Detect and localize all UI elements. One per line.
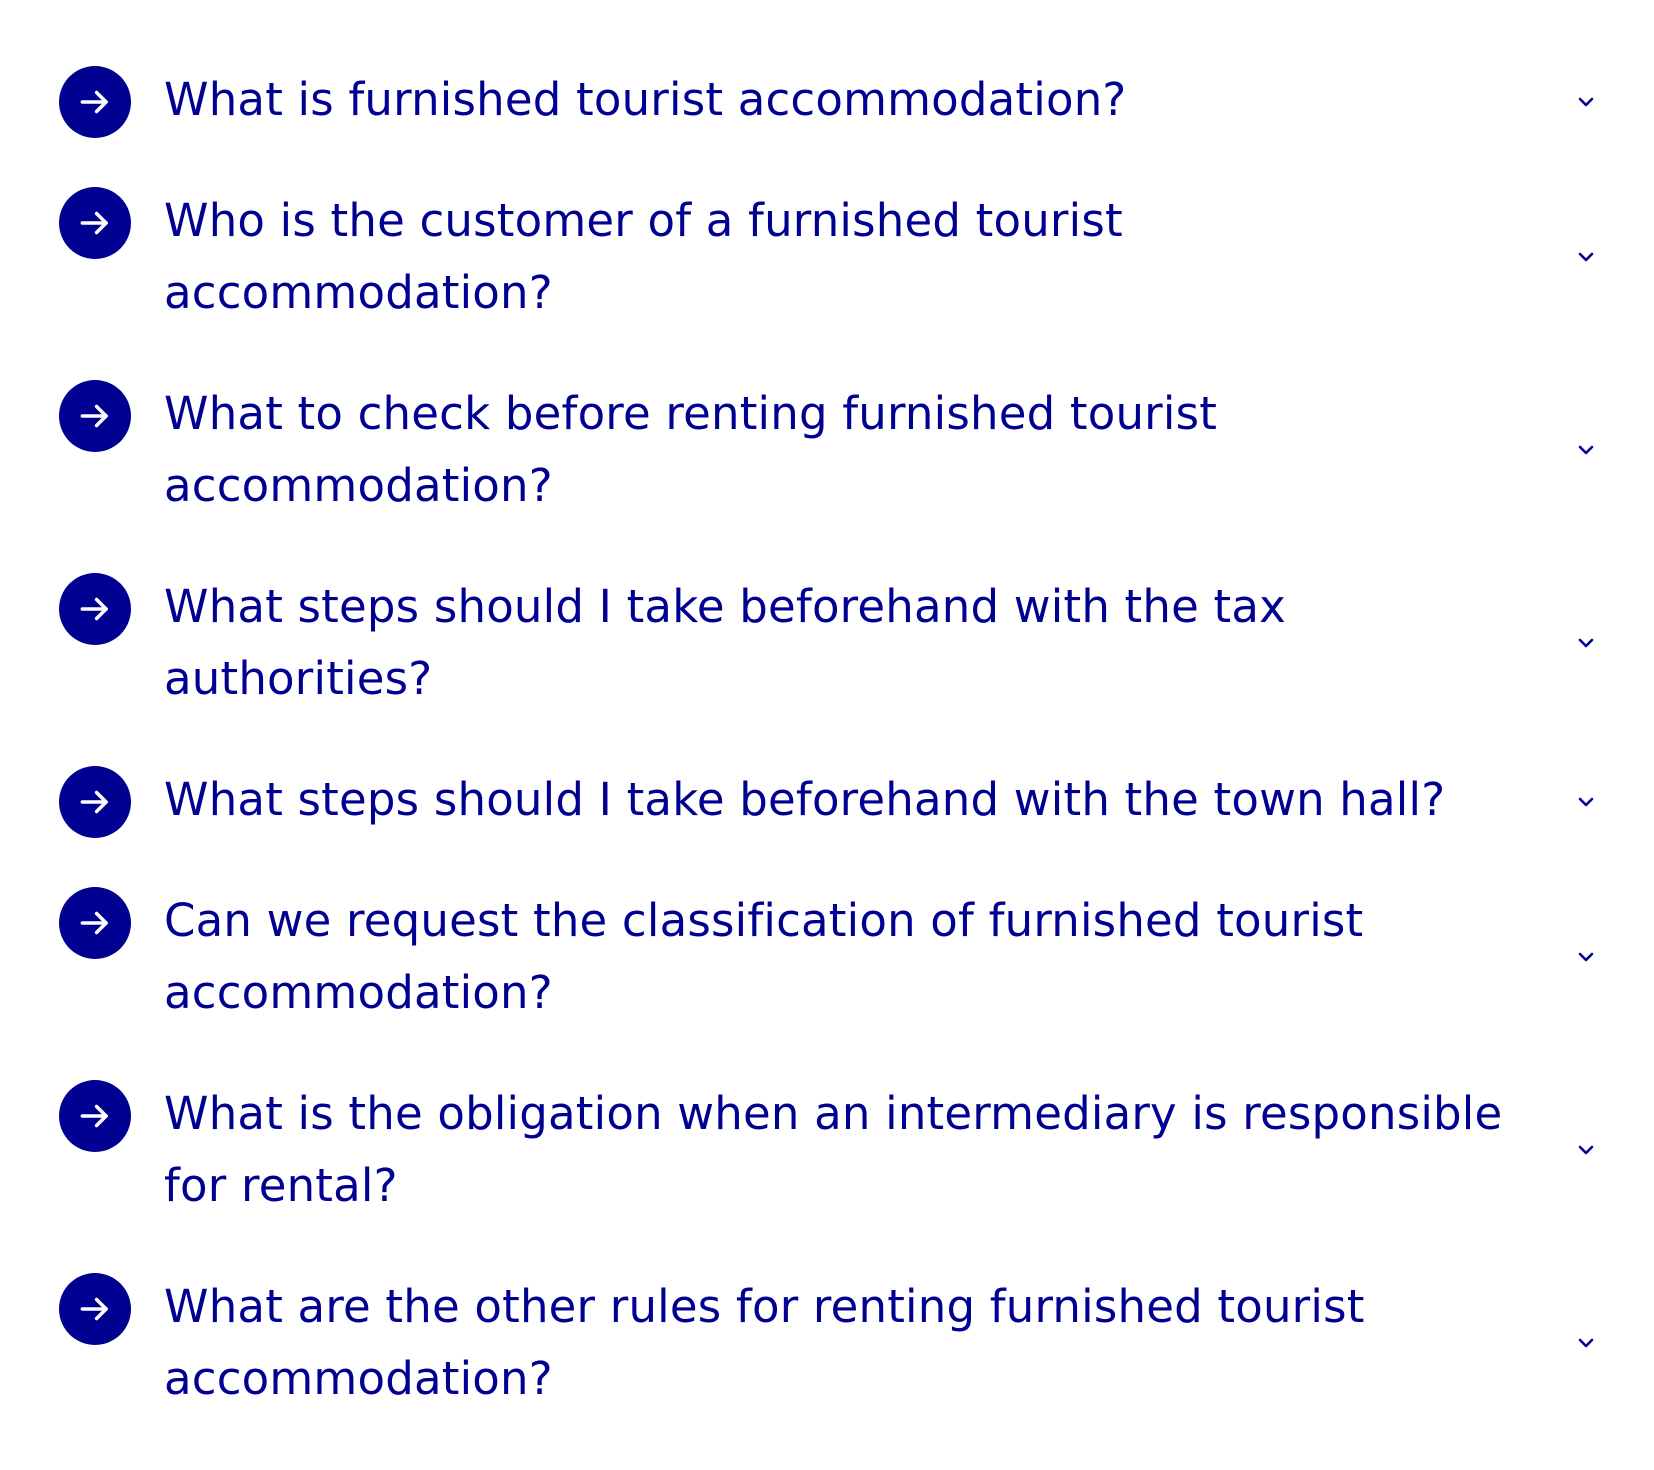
faq-item-intermediary[interactable]: What is the obligation when an intermedi… — [0, 1080, 1654, 1224]
chevron-down-icon[interactable] — [1576, 95, 1596, 109]
faq-item-customer[interactable]: Who is the customer of a furnished touri… — [0, 187, 1654, 331]
chevron-down-icon[interactable] — [1576, 636, 1596, 650]
faq-question[interactable]: What steps should I take beforehand with… — [164, 764, 1544, 836]
arrow-right-icon — [59, 766, 131, 838]
faq-item-town-hall[interactable]: What steps should I take beforehand with… — [0, 766, 1654, 838]
faq-item-check-before-renting[interactable]: What to check before renting furnished t… — [0, 380, 1654, 524]
faq-question[interactable]: What is furnished tourist accommodation? — [164, 64, 1544, 136]
faq-accordion: What is furnished tourist accommodation?… — [0, 0, 1654, 1470]
arrow-right-icon — [59, 66, 131, 138]
faq-question[interactable]: What is the obligation when an intermedi… — [164, 1078, 1554, 1222]
faq-item-furnished-tourist-accommodation[interactable]: What is furnished tourist accommodation? — [0, 66, 1654, 138]
chevron-down-icon[interactable] — [1576, 795, 1596, 809]
faq-question[interactable]: Who is the customer of a furnished touri… — [164, 185, 1164, 329]
arrow-right-icon — [59, 380, 131, 452]
chevron-down-icon[interactable] — [1576, 443, 1596, 457]
faq-item-other-rules[interactable]: What are the other rules for renting fur… — [0, 1273, 1654, 1417]
arrow-right-icon — [59, 573, 131, 645]
chevron-down-icon[interactable] — [1576, 950, 1596, 964]
faq-question[interactable]: What are the other rules for renting fur… — [164, 1271, 1424, 1415]
arrow-right-icon — [59, 887, 131, 959]
faq-question[interactable]: Can we request the classification of fur… — [164, 885, 1424, 1029]
faq-question[interactable]: What steps should I take beforehand with… — [164, 571, 1354, 715]
chevron-down-icon[interactable] — [1576, 1336, 1596, 1350]
chevron-down-icon[interactable] — [1576, 250, 1596, 264]
arrow-right-icon — [59, 187, 131, 259]
chevron-down-icon[interactable] — [1576, 1143, 1596, 1157]
arrow-right-icon — [59, 1080, 131, 1152]
faq-item-tax-authorities[interactable]: What steps should I take beforehand with… — [0, 573, 1654, 717]
faq-question[interactable]: What to check before renting furnished t… — [164, 378, 1284, 522]
faq-item-classification[interactable]: Can we request the classification of fur… — [0, 887, 1654, 1031]
arrow-right-icon — [59, 1273, 131, 1345]
